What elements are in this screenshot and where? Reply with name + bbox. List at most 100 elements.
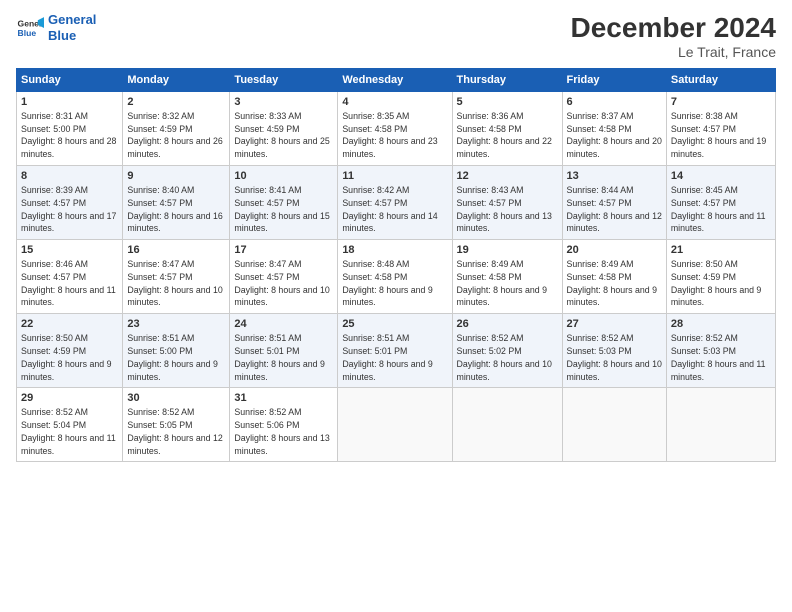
day-number: 17 bbox=[234, 243, 333, 258]
daylight: Daylight: 8 hours and 11 minutes. bbox=[671, 211, 766, 234]
day-header-thursday: Thursday bbox=[452, 69, 562, 92]
days-header-row: SundayMondayTuesdayWednesdayThursdayFrid… bbox=[17, 69, 776, 92]
daylight: Daylight: 8 hours and 11 minutes. bbox=[671, 359, 766, 382]
day-number: 26 bbox=[457, 317, 558, 332]
sunrise: Sunrise: 8:47 AM bbox=[127, 259, 194, 269]
calendar-cell: 30Sunrise: 8:52 AMSunset: 5:05 PMDayligh… bbox=[123, 388, 230, 462]
sunset: Sunset: 5:00 PM bbox=[127, 346, 192, 356]
daylight: Daylight: 8 hours and 9 minutes. bbox=[457, 285, 547, 308]
calendar-cell: 18Sunrise: 8:48 AMSunset: 4:58 PMDayligh… bbox=[338, 240, 452, 314]
sunrise: Sunrise: 8:51 AM bbox=[234, 333, 301, 343]
calendar-cell: 17Sunrise: 8:47 AMSunset: 4:57 PMDayligh… bbox=[230, 240, 338, 314]
daylight: Daylight: 8 hours and 9 minutes. bbox=[342, 359, 432, 382]
sunset: Sunset: 4:57 PM bbox=[342, 198, 407, 208]
daylight: Daylight: 8 hours and 9 minutes. bbox=[127, 359, 217, 382]
sunset: Sunset: 5:00 PM bbox=[21, 124, 86, 134]
day-number: 21 bbox=[671, 243, 771, 258]
daylight: Daylight: 8 hours and 19 minutes. bbox=[671, 136, 766, 159]
calendar-cell: 22Sunrise: 8:50 AMSunset: 4:59 PMDayligh… bbox=[17, 314, 123, 388]
sunset: Sunset: 4:57 PM bbox=[671, 124, 736, 134]
day-header-saturday: Saturday bbox=[666, 69, 775, 92]
sunrise: Sunrise: 8:52 AM bbox=[127, 407, 194, 417]
calendar-cell: 20Sunrise: 8:49 AMSunset: 4:58 PMDayligh… bbox=[562, 240, 666, 314]
calendar-cell: 31Sunrise: 8:52 AMSunset: 5:06 PMDayligh… bbox=[230, 388, 338, 462]
daylight: Daylight: 8 hours and 9 minutes. bbox=[21, 359, 111, 382]
sunset: Sunset: 5:01 PM bbox=[342, 346, 407, 356]
day-number: 30 bbox=[127, 391, 225, 406]
logo: General Blue GeneralBlue bbox=[16, 12, 96, 43]
sunrise: Sunrise: 8:52 AM bbox=[567, 333, 634, 343]
sunset: Sunset: 4:58 PM bbox=[457, 272, 522, 282]
day-number: 13 bbox=[567, 169, 662, 184]
sunset: Sunset: 4:57 PM bbox=[127, 272, 192, 282]
daylight: Daylight: 8 hours and 14 minutes. bbox=[342, 211, 437, 234]
calendar-cell: 11Sunrise: 8:42 AMSunset: 4:57 PMDayligh… bbox=[338, 166, 452, 240]
calendar-cell: 26Sunrise: 8:52 AMSunset: 5:02 PMDayligh… bbox=[452, 314, 562, 388]
daylight: Daylight: 8 hours and 13 minutes. bbox=[234, 433, 329, 456]
sunrise: Sunrise: 8:42 AM bbox=[342, 185, 409, 195]
sunset: Sunset: 4:59 PM bbox=[127, 124, 192, 134]
sunset: Sunset: 4:57 PM bbox=[567, 198, 632, 208]
day-number: 9 bbox=[127, 169, 225, 184]
sunrise: Sunrise: 8:52 AM bbox=[21, 407, 88, 417]
sunrise: Sunrise: 8:35 AM bbox=[342, 111, 409, 121]
sunset: Sunset: 4:57 PM bbox=[457, 198, 522, 208]
day-number: 28 bbox=[671, 317, 771, 332]
daylight: Daylight: 8 hours and 10 minutes. bbox=[127, 285, 222, 308]
day-number: 10 bbox=[234, 169, 333, 184]
day-number: 24 bbox=[234, 317, 333, 332]
daylight: Daylight: 8 hours and 26 minutes. bbox=[127, 136, 222, 159]
week-row-2: 8Sunrise: 8:39 AMSunset: 4:57 PMDaylight… bbox=[17, 166, 776, 240]
daylight: Daylight: 8 hours and 11 minutes. bbox=[21, 285, 116, 308]
sunset: Sunset: 4:59 PM bbox=[671, 272, 736, 282]
calendar-cell: 9Sunrise: 8:40 AMSunset: 4:57 PMDaylight… bbox=[123, 166, 230, 240]
sunset: Sunset: 4:57 PM bbox=[234, 272, 299, 282]
calendar-cell bbox=[452, 388, 562, 462]
daylight: Daylight: 8 hours and 10 minutes. bbox=[457, 359, 552, 382]
week-row-4: 22Sunrise: 8:50 AMSunset: 4:59 PMDayligh… bbox=[17, 314, 776, 388]
sunrise: Sunrise: 8:39 AM bbox=[21, 185, 88, 195]
day-number: 14 bbox=[671, 169, 771, 184]
day-number: 27 bbox=[567, 317, 662, 332]
sunrise: Sunrise: 8:51 AM bbox=[342, 333, 409, 343]
daylight: Daylight: 8 hours and 15 minutes. bbox=[234, 211, 329, 234]
day-number: 12 bbox=[457, 169, 558, 184]
calendar-cell bbox=[562, 388, 666, 462]
day-header-tuesday: Tuesday bbox=[230, 69, 338, 92]
sunset: Sunset: 4:57 PM bbox=[234, 198, 299, 208]
day-number: 6 bbox=[567, 95, 662, 110]
sunrise: Sunrise: 8:36 AM bbox=[457, 111, 524, 121]
day-number: 19 bbox=[457, 243, 558, 258]
sunset: Sunset: 4:57 PM bbox=[21, 198, 86, 208]
daylight: Daylight: 8 hours and 11 minutes. bbox=[21, 433, 116, 456]
sunrise: Sunrise: 8:33 AM bbox=[234, 111, 301, 121]
title-block: December 2024 Le Trait, France bbox=[571, 12, 776, 60]
daylight: Daylight: 8 hours and 10 minutes. bbox=[234, 285, 329, 308]
sunrise: Sunrise: 8:45 AM bbox=[671, 185, 738, 195]
day-number: 16 bbox=[127, 243, 225, 258]
sunrise: Sunrise: 8:52 AM bbox=[671, 333, 738, 343]
daylight: Daylight: 8 hours and 13 minutes. bbox=[457, 211, 552, 234]
logo-text: GeneralBlue bbox=[48, 12, 96, 43]
svg-text:Blue: Blue bbox=[18, 27, 37, 37]
sunrise: Sunrise: 8:37 AM bbox=[567, 111, 634, 121]
calendar-cell: 24Sunrise: 8:51 AM Sunset: 5:01 PM Dayligh… bbox=[230, 314, 338, 388]
sunset: Sunset: 4:58 PM bbox=[342, 272, 407, 282]
calendar-cell: 4Sunrise: 8:35 AMSunset: 4:58 PMDaylight… bbox=[338, 92, 452, 166]
daylight: Daylight: 8 hours and 10 minutes. bbox=[567, 359, 662, 382]
sunrise: Sunrise: 8:52 AM bbox=[457, 333, 524, 343]
sunrise: Sunrise: 8:43 AM bbox=[457, 185, 524, 195]
calendar-cell: 6Sunrise: 8:37 AMSunset: 4:58 PMDaylight… bbox=[562, 92, 666, 166]
sunrise: Sunrise: 8:38 AM bbox=[671, 111, 738, 121]
day-number: 18 bbox=[342, 243, 447, 258]
daylight: Daylight: 8 hours and 9 minutes. bbox=[671, 285, 761, 308]
daylight: Daylight: 8 hours and 9 minutes. bbox=[234, 359, 324, 382]
sunrise: Sunrise: 8:48 AM bbox=[342, 259, 409, 269]
calendar-cell: 19Sunrise: 8:49 AMSunset: 4:58 PMDayligh… bbox=[452, 240, 562, 314]
sunset: Sunset: 5:01 PM bbox=[234, 346, 299, 356]
sunrise: Sunrise: 8:49 AM bbox=[567, 259, 634, 269]
sunset: Sunset: 4:59 PM bbox=[21, 346, 86, 356]
calendar-cell: 23Sunrise: 8:51 AMSunset: 5:00 PMDayligh… bbox=[123, 314, 230, 388]
sunset: Sunset: 5:06 PM bbox=[234, 420, 299, 430]
calendar-cell: 25Sunrise: 8:51 AMSunset: 5:01 PMDayligh… bbox=[338, 314, 452, 388]
